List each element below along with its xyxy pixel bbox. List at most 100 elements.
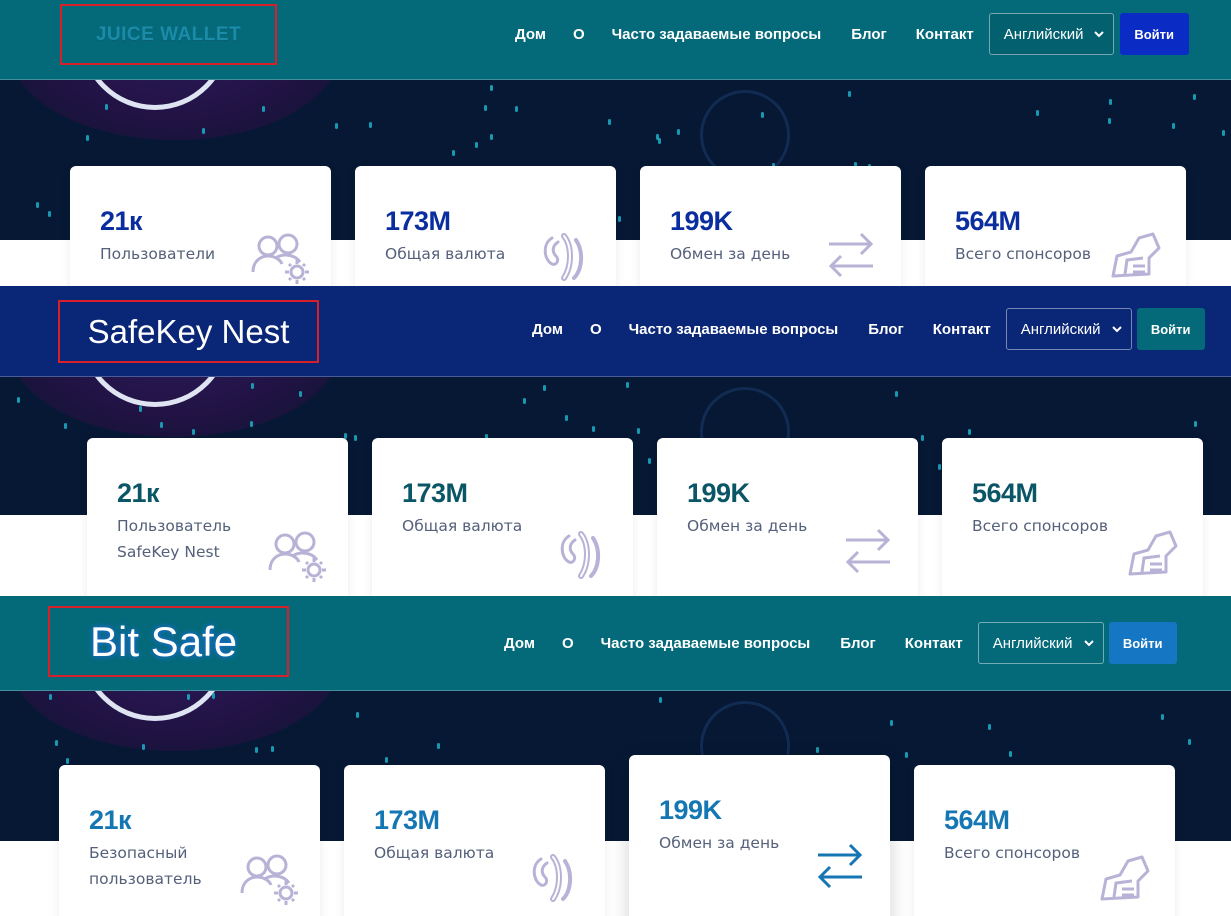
nav-about[interactable]: О xyxy=(590,321,602,338)
main-menu: Дом О Часто задаваемые вопросы Блог Конт… xyxy=(532,308,1205,350)
star-dot xyxy=(212,693,215,699)
star-dot xyxy=(968,429,971,435)
panel-safekey-nest: SafeKey Nest Дом О Часто задаваемые вопр… xyxy=(0,286,1231,596)
stat-value: 173M xyxy=(374,805,440,835)
login-button[interactable]: Войти xyxy=(1119,13,1189,55)
star-dot xyxy=(618,216,621,222)
stat-card-sponsors: 564M Всего спонсоров xyxy=(914,765,1175,916)
logo[interactable]: Bit Safe xyxy=(48,606,289,677)
stat-value: 564M xyxy=(955,206,1021,236)
star-dot xyxy=(452,150,455,156)
stat-value: 21к xyxy=(117,478,160,508)
star-dot xyxy=(1036,110,1039,116)
stat-card-currency: 173M Общая валюта xyxy=(372,438,633,596)
star-dot xyxy=(761,112,764,118)
language-select[interactable]: Английский xyxy=(977,622,1104,664)
currency-icon xyxy=(532,854,572,902)
nav-contact[interactable]: Контакт xyxy=(916,26,974,43)
star-dot xyxy=(251,383,254,389)
stat-value: 199K xyxy=(687,478,750,508)
stat-label: Всего спонсоров xyxy=(972,517,1108,535)
star-dot xyxy=(1161,714,1164,720)
stat-card-currency: 173M Общая валюта xyxy=(344,765,605,916)
exchange-arrows-icon xyxy=(817,843,863,889)
language-select[interactable]: Английский xyxy=(988,13,1114,55)
star-dot xyxy=(202,128,205,134)
star-dot xyxy=(1108,118,1111,124)
star-dot xyxy=(160,422,163,428)
star-dot xyxy=(905,752,908,758)
star-dot xyxy=(677,129,680,135)
stat-card-exchange: 199K Обмен за день xyxy=(657,438,918,596)
stat-card-exchange[interactable]: 199K Обмен за день xyxy=(629,755,890,916)
nav-about[interactable]: О xyxy=(573,26,585,43)
login-button[interactable]: Войти xyxy=(1136,308,1205,350)
star-dot xyxy=(271,746,274,752)
star-dot xyxy=(1222,130,1225,136)
stat-card-sponsors: 564M Всего спонсоров xyxy=(942,438,1203,596)
stat-label: Всего спонсоров xyxy=(944,844,1080,862)
stat-label: Всего спонсоров xyxy=(955,245,1091,263)
star-dot xyxy=(475,142,478,148)
panel-bit-safe: Bit Safe Дом О Часто задаваемые вопросы … xyxy=(0,596,1231,916)
users-gear-icon xyxy=(251,233,309,284)
nav-faq[interactable]: Часто задаваемые вопросы xyxy=(629,321,839,338)
navbar: JUICE WALLET Дом О Часто задаваемые вопр… xyxy=(0,0,1231,80)
stat-label: Обмен за день xyxy=(687,517,808,535)
nav-blog[interactable]: Блог xyxy=(840,635,876,652)
nav-home[interactable]: Дом xyxy=(515,26,546,43)
nav-blog[interactable]: Блог xyxy=(851,26,887,43)
star-dot xyxy=(335,123,338,129)
main-menu: Дом О Часто задаваемые вопросы Блог Конт… xyxy=(515,13,1189,55)
navbar: SafeKey Nest Дом О Часто задаваемые вопр… xyxy=(0,286,1231,377)
stat-card-currency: 173M Общая валюта xyxy=(355,166,616,286)
star-dot xyxy=(565,415,568,421)
star-dot xyxy=(49,694,52,700)
stat-label: Обмен за день xyxy=(659,834,780,852)
nav-contact[interactable]: Контакт xyxy=(905,635,963,652)
chevron-down-icon xyxy=(1111,326,1122,333)
language-value: Английский xyxy=(1020,320,1101,338)
language-value: Английский xyxy=(992,634,1073,652)
main-menu: Дом О Часто задаваемые вопросы Блог Конт… xyxy=(504,622,1177,664)
logo[interactable]: SafeKey Nest xyxy=(58,300,319,363)
star-dot xyxy=(437,743,440,749)
stat-card-users: 21к Пользователь SafeKey Nest xyxy=(87,438,348,596)
language-select[interactable]: Английский xyxy=(1005,308,1132,350)
star-dot xyxy=(86,135,89,141)
star-dot xyxy=(139,406,142,412)
nav-home[interactable]: Дом xyxy=(504,635,535,652)
login-button[interactable]: Войти xyxy=(1108,622,1177,664)
stat-value: 173M xyxy=(402,478,468,508)
star-dot xyxy=(262,106,265,112)
star-dot xyxy=(36,202,39,208)
logo[interactable]: JUICE WALLET xyxy=(60,4,277,65)
star-dot xyxy=(523,398,526,404)
star-dot xyxy=(626,382,629,388)
star-dot xyxy=(848,91,851,97)
stat-label: Обмен за день xyxy=(670,245,791,263)
hand-coin-icon xyxy=(1100,855,1150,901)
navbar: Bit Safe Дом О Часто задаваемые вопросы … xyxy=(0,596,1231,691)
star-dot xyxy=(369,122,372,128)
nav-faq[interactable]: Часто задаваемые вопросы xyxy=(612,26,822,43)
stat-value: 21к xyxy=(100,206,143,236)
stat-value: 199K xyxy=(670,206,733,236)
star-dot xyxy=(637,428,640,434)
star-dot xyxy=(938,464,941,470)
nav-about[interactable]: О xyxy=(562,635,574,652)
users-gear-icon xyxy=(268,531,326,582)
star-dot xyxy=(105,104,108,110)
star-dot xyxy=(490,134,493,140)
nav-contact[interactable]: Контакт xyxy=(933,321,991,338)
star-dot xyxy=(988,724,991,730)
nav-home[interactable]: Дом xyxy=(532,321,563,338)
star-dot xyxy=(66,758,69,764)
stat-card-users: 21к Пользователи xyxy=(70,166,331,286)
stat-card-sponsors: 564M Всего спонсоров xyxy=(925,166,1186,286)
currency-icon xyxy=(560,531,600,579)
nav-faq[interactable]: Часто задаваемые вопросы xyxy=(601,635,811,652)
star-dot xyxy=(48,211,51,217)
nav-blog[interactable]: Блог xyxy=(868,321,904,338)
star-dot xyxy=(1193,94,1196,100)
